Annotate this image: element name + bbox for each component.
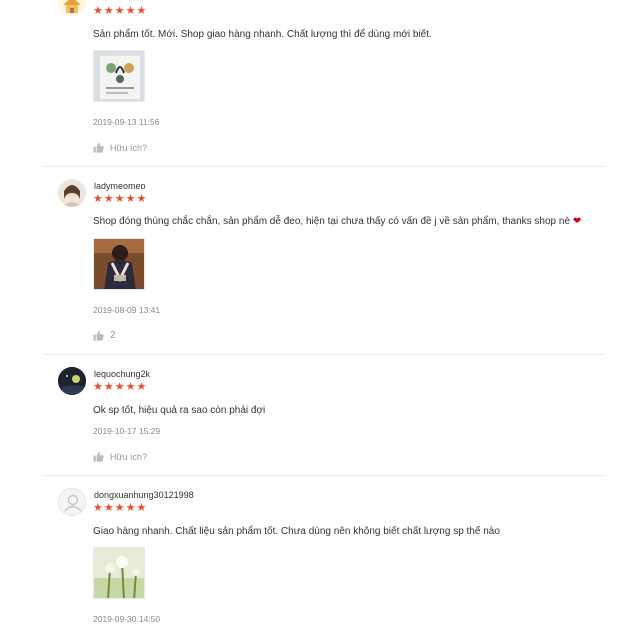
user-avatar-icon xyxy=(58,367,86,395)
avatar[interactable] xyxy=(58,0,86,16)
review-image[interactable] xyxy=(93,547,145,599)
helpful-count: 2 xyxy=(110,330,116,341)
helpful-label: Hữu ích? xyxy=(110,142,148,153)
star-icon: ★ xyxy=(93,381,103,393)
helpful-button[interactable]: Hữu ích? xyxy=(93,142,147,153)
star-icon: ★ xyxy=(125,5,136,17)
star-icon: ★ xyxy=(125,381,136,393)
rating-stars: ★ ★ ★ ★ ★ xyxy=(93,382,146,393)
star-icon: ★ xyxy=(103,381,114,393)
review-comment-text: Shop đóng thùng chắc chắn, sản phẩm dễ đ… xyxy=(93,216,571,227)
review-timestamp: 2019-09-30 14:50 xyxy=(93,614,161,624)
star-icon: ★ xyxy=(125,193,136,205)
star-icon: ★ xyxy=(93,502,103,514)
review-image[interactable] xyxy=(93,50,145,102)
star-icon: ★ xyxy=(114,381,125,393)
review-timestamp: 2019-09-13 11:56 xyxy=(93,117,160,127)
divider xyxy=(44,166,604,167)
divider xyxy=(44,475,604,476)
helpful-button[interactable]: 2 xyxy=(93,330,116,341)
product-photo-icon xyxy=(94,51,144,101)
review-comment: Giao hàng nhanh. Chất liệu sản phẩm tốt.… xyxy=(93,526,500,537)
review-username[interactable]: dongxuanhung30121998 xyxy=(94,490,194,500)
user-avatar-icon xyxy=(58,179,86,207)
default-user-icon xyxy=(59,489,85,515)
review-comment: Sản phẩm tốt. Mới. Shop giao hàng nhanh.… xyxy=(93,29,432,40)
star-icon: ★ xyxy=(114,502,125,514)
avatar[interactable] xyxy=(58,367,86,395)
product-photo-icon xyxy=(94,239,144,289)
house-avatar-icon xyxy=(58,0,86,16)
thumbs-up-icon xyxy=(93,142,104,153)
star-icon: ★ xyxy=(136,502,147,514)
heart-icon: ❤ xyxy=(572,216,582,227)
rating-stars: ★ ★ ★ ★ ★ xyxy=(93,6,146,17)
thumbs-up-icon xyxy=(93,330,104,341)
review-comment: Ok sp tốt, hiệu quả ra sao còn phải đợi xyxy=(93,405,266,416)
star-icon: ★ xyxy=(136,5,147,17)
star-icon: ★ xyxy=(93,5,103,17)
review-timestamp: 2019-08-09 13:41 xyxy=(93,305,161,315)
star-icon: ★ xyxy=(136,193,147,205)
star-icon: ★ xyxy=(136,381,147,393)
thumbs-up-icon xyxy=(93,451,104,462)
avatar[interactable] xyxy=(58,179,86,207)
star-icon: ★ xyxy=(114,193,125,205)
review-comment: Shop đóng thùng chắc chắn, sản phẩm dễ đ… xyxy=(93,216,581,227)
star-icon: ★ xyxy=(125,502,136,514)
star-icon: ★ xyxy=(103,5,114,17)
star-icon: ★ xyxy=(103,193,114,205)
review-username[interactable]: lequochung2k xyxy=(94,369,150,379)
rating-stars: ★ ★ ★ ★ ★ xyxy=(93,503,146,514)
divider xyxy=(44,354,604,355)
star-icon: ★ xyxy=(93,193,103,205)
helpful-label: Hữu ích? xyxy=(110,451,148,462)
rating-stars: ★ ★ ★ ★ ★ xyxy=(93,194,146,205)
review-username[interactable]: ladymeomeo xyxy=(94,181,146,191)
helpful-button[interactable]: Hữu ích? xyxy=(93,451,147,462)
review-timestamp: 2019-10-17 15:29 xyxy=(93,426,161,436)
star-icon: ★ xyxy=(114,5,125,17)
star-icon: ★ xyxy=(103,502,114,514)
product-photo-icon xyxy=(94,548,144,598)
review-image[interactable] xyxy=(93,238,145,290)
avatar[interactable] xyxy=(58,488,86,516)
